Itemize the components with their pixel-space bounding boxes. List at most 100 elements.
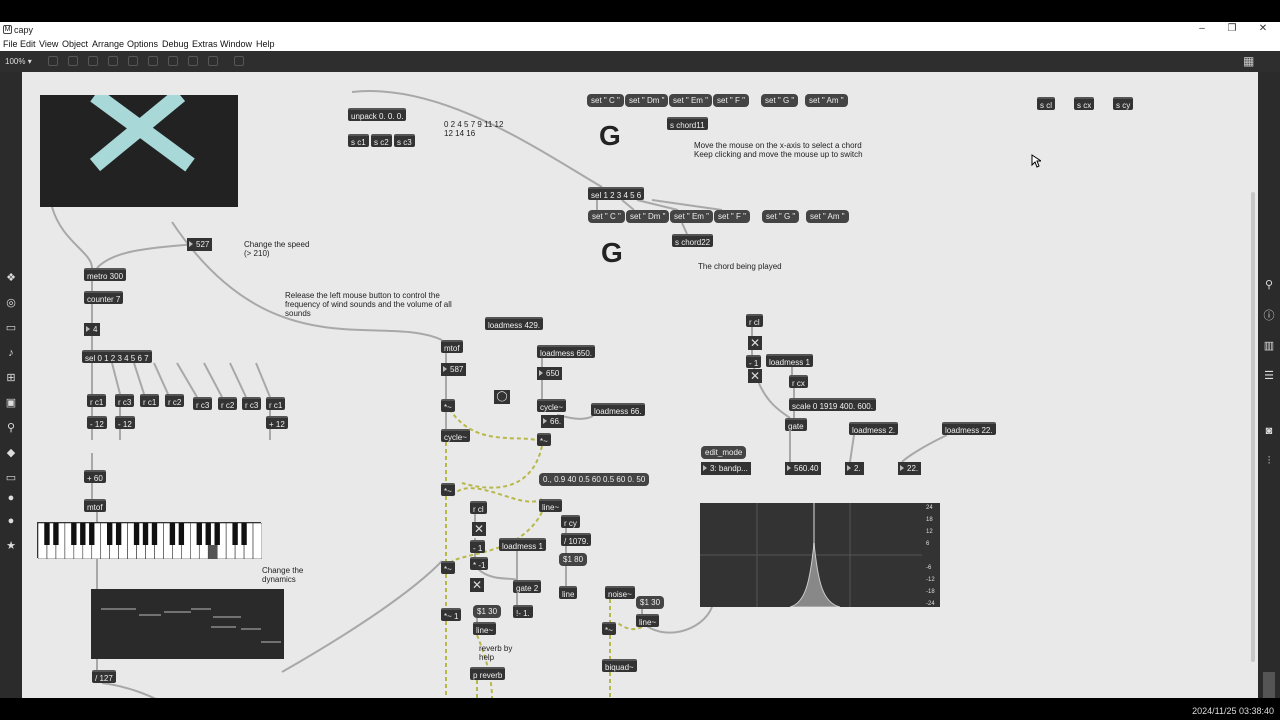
patch-object-r-c1-c[interactable]: r c1 bbox=[266, 397, 286, 410]
patch-object-set-f-2[interactable]: set " F " bbox=[714, 210, 750, 223]
patch-object-set-g-2[interactable]: set " G " bbox=[762, 210, 800, 223]
link-icon[interactable]: ⚲ bbox=[5, 422, 17, 434]
menu-file[interactable]: File bbox=[3, 39, 18, 49]
patch-object-r-cl-1[interactable]: r cl bbox=[470, 501, 487, 514]
patch-object-plus60[interactable]: + 60 bbox=[84, 470, 106, 483]
patch-object-set-dm-2[interactable]: set " Dm " bbox=[626, 210, 670, 223]
patch-object-msg-130-b[interactable]: $1 30 bbox=[473, 605, 502, 618]
patch-object-plus12[interactable]: + 12 bbox=[266, 416, 288, 429]
patch-object-line-2[interactable]: line bbox=[559, 586, 578, 599]
patch-object-div127[interactable]: / 127 bbox=[92, 670, 116, 683]
patch-object-s-cy[interactable]: s cy bbox=[1113, 97, 1134, 110]
number-box-num-2[interactable]: 2. bbox=[845, 462, 864, 475]
black-key[interactable] bbox=[115, 523, 122, 545]
black-key[interactable] bbox=[151, 523, 158, 545]
patch-object-r-c1-a[interactable]: r c1 bbox=[87, 394, 107, 407]
target-icon[interactable]: ◎ bbox=[5, 297, 17, 309]
patch-object-p-reverb[interactable]: p reverb bbox=[470, 667, 506, 680]
patch-object-set-dm-1[interactable]: set " Dm " bbox=[625, 94, 669, 107]
toggle-1[interactable]: ✕ bbox=[472, 522, 486, 536]
patch-object-loadmess429[interactable]: loadmess 429. bbox=[485, 317, 544, 330]
black-key[interactable] bbox=[89, 523, 95, 545]
minimize-button[interactable]: – bbox=[1195, 23, 1209, 34]
patch-object-counter[interactable]: counter 7 bbox=[84, 291, 124, 304]
patch-object-line-4[interactable]: line~ bbox=[473, 622, 497, 635]
patch-object-biquad[interactable]: biquad~ bbox=[602, 659, 637, 672]
number-box-num-560[interactable]: 560.40 bbox=[785, 462, 822, 475]
patch-object-s-c2[interactable]: s c2 bbox=[371, 134, 392, 147]
patch-object-loadmess22[interactable]: loadmess 22. bbox=[942, 422, 996, 435]
patch-object-cycle-2[interactable]: cycle~ bbox=[441, 429, 470, 442]
patch-object-minus1-b[interactable]: * -1 bbox=[470, 557, 489, 570]
bang-button[interactable]: ◯ bbox=[494, 390, 510, 404]
black-key[interactable] bbox=[71, 523, 77, 545]
number-box-num-650[interactable]: 650 bbox=[537, 367, 563, 380]
patch-object-r-cx[interactable]: r cx bbox=[789, 375, 808, 388]
list-view-icon[interactable]: ☰ bbox=[1263, 370, 1275, 382]
patch-object-sel-7[interactable]: sel 0 1 2 3 4 5 6 7 bbox=[82, 350, 152, 363]
lock-icon[interactable] bbox=[48, 56, 58, 66]
patch-object-minus12-a[interactable]: - 12 bbox=[87, 416, 107, 429]
patch-object-mtof-1[interactable]: mtof bbox=[84, 499, 106, 512]
book-icon[interactable]: ▥ bbox=[1263, 340, 1275, 352]
patch-object-s-cx[interactable]: s cx bbox=[1074, 97, 1095, 110]
patch-object-set-g-1[interactable]: set " G " bbox=[761, 94, 799, 107]
refresh-icon[interactable] bbox=[188, 56, 198, 66]
dynamics-multislider[interactable] bbox=[91, 589, 284, 659]
patch-object-unpack[interactable]: unpack 0. 0. 0. bbox=[348, 108, 407, 121]
patch-object-set-c-2[interactable]: set " C " bbox=[588, 210, 625, 223]
number-box-menu-bandp[interactable]: 3: bandp... bbox=[701, 462, 751, 475]
patch-object-minus1-a[interactable]: - 1 bbox=[470, 540, 486, 553]
patch-object-mtof-2[interactable]: mtof bbox=[441, 340, 463, 353]
patch-object-r-c3-c[interactable]: r c3 bbox=[242, 397, 262, 410]
info-icon[interactable]: ⓘ bbox=[1263, 310, 1275, 322]
delete-icon[interactable] bbox=[108, 56, 118, 66]
number-box-num-4[interactable]: 4 bbox=[84, 323, 101, 336]
maximize-button[interactable]: ❐ bbox=[1225, 23, 1239, 34]
patch-object-r-c1-b[interactable]: r c1 bbox=[140, 394, 160, 407]
zoom-select[interactable]: 100% ▾ bbox=[5, 57, 32, 66]
patch-object-set-c-1[interactable]: set " C " bbox=[587, 94, 624, 107]
patch-object-line-1[interactable]: line~ bbox=[539, 499, 563, 512]
presentation-icon[interactable] bbox=[68, 56, 78, 66]
patch-object-msg-130-a[interactable]: $1 30 bbox=[636, 596, 665, 609]
patch-object-times-5[interactable]: *~ 1 bbox=[441, 608, 462, 621]
patch-object-s-chord11[interactable]: s chord11 bbox=[667, 117, 708, 130]
patch-object-gate2[interactable]: gate 2 bbox=[513, 580, 542, 593]
black-key[interactable] bbox=[232, 523, 238, 545]
circle-alt-icon[interactable]: ● bbox=[5, 515, 17, 527]
patch-object-r-c2-a[interactable]: r c2 bbox=[165, 394, 185, 407]
black-key[interactable] bbox=[142, 523, 149, 545]
add-icon[interactable] bbox=[208, 56, 218, 66]
music-note-icon[interactable]: ♪ bbox=[5, 347, 17, 359]
circle-icon[interactable]: ● bbox=[5, 492, 17, 504]
toggle-4[interactable]: ✕ bbox=[748, 369, 762, 383]
patch-object-line-3[interactable]: line~ bbox=[636, 614, 660, 627]
patcher-canvas[interactable]: unpack 0. 0. 0. s c1 s c2 s c3 set " C " set … bbox=[22, 72, 1258, 698]
patch-object-set-f-1[interactable]: set " F " bbox=[713, 94, 749, 107]
patch-object-loadmess1-b[interactable]: loadmess 1 bbox=[766, 354, 813, 367]
new-object-icon[interactable] bbox=[128, 56, 138, 66]
patch-object-msg-180[interactable]: $1 80 bbox=[559, 553, 588, 566]
patch-object-s-c1[interactable]: s c1 bbox=[348, 134, 369, 147]
filter-graph[interactable]: 24 18 12 6 -6 -12 -18 -24 bbox=[700, 503, 940, 608]
patch-object-s-chord22[interactable]: s chord22 bbox=[672, 234, 714, 247]
patch-object-r-c3-a[interactable]: r c3 bbox=[115, 394, 135, 407]
menu-options[interactable]: Options bbox=[127, 39, 158, 49]
patch-object-loadmess650[interactable]: loadmess 650. bbox=[537, 345, 596, 358]
menu-object[interactable]: Object bbox=[62, 39, 88, 49]
patch-object-r-cy[interactable]: r cy bbox=[561, 515, 580, 528]
patch-object-set-em-1[interactable]: set " Em " bbox=[669, 94, 713, 107]
number-box-num-22[interactable]: 22. bbox=[898, 462, 922, 475]
toggle-3[interactable]: ✕ bbox=[748, 336, 762, 350]
menu-arrange[interactable]: Arrange bbox=[92, 39, 124, 49]
patch-object-scale[interactable]: scale 0 1919 400. 600. bbox=[789, 398, 876, 411]
black-key[interactable] bbox=[106, 523, 113, 545]
menu-view[interactable]: View bbox=[39, 39, 58, 49]
menu-debug[interactable]: Debug bbox=[162, 39, 189, 49]
black-key[interactable] bbox=[196, 523, 202, 545]
comment-icon[interactable] bbox=[88, 56, 98, 66]
menu-edit[interactable]: Edit bbox=[20, 39, 36, 49]
vertical-scrollbar[interactable] bbox=[1251, 192, 1255, 662]
patch-object-minus1-d[interactable]: - 1 bbox=[746, 355, 762, 368]
